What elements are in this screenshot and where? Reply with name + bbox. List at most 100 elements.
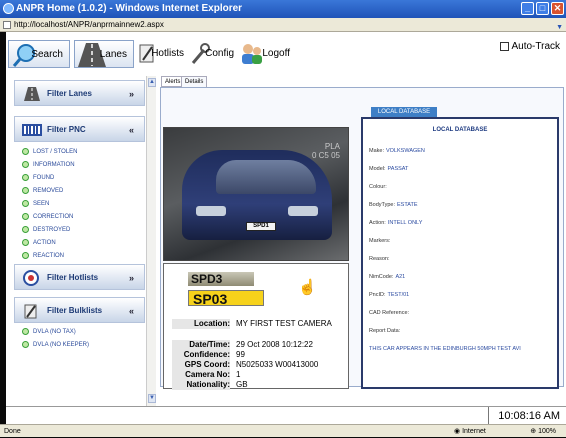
datetime-key: Date/Time: — [172, 340, 230, 350]
db-value: VOLKSWAGEN — [385, 148, 425, 154]
tab-details[interactable]: Details — [181, 76, 208, 87]
status-dot-icon — [22, 226, 29, 233]
confidence-key: Confidence: — [172, 350, 230, 360]
datetime-value: 29 Oct 2008 10:12:22 — [236, 340, 313, 349]
zoom-level[interactable]: ⊕ 100% — [530, 425, 556, 438]
pnc-item-label: FOUND — [33, 175, 55, 182]
pnc-item-label: CORRECTION — [33, 214, 74, 221]
gps-key: GPS Coord: — [172, 360, 230, 370]
status-done-text: Done — [4, 428, 21, 435]
pnc-item-label: REMOVED — [33, 188, 64, 195]
expand-chevron-icon[interactable]: » — [129, 265, 134, 291]
address-bar[interactable]: http://localhost/ANPR/anprmainnew2.aspx … — [0, 18, 566, 32]
pnc-item-information[interactable]: INFORMATION — [22, 161, 75, 170]
autotrack-checkbox[interactable] — [500, 42, 510, 51]
db-key: Colour: — [369, 184, 387, 190]
pointer-hand-icon[interactable]: ☝ — [298, 278, 317, 296]
close-button[interactable]: ✕ — [551, 2, 564, 15]
db-row-pncid: PncID: TEST/01 — [369, 291, 409, 299]
filter-hotlists-header[interactable]: Filter Hotlists » — [14, 264, 145, 290]
nationality-key: Nationality: — [172, 380, 230, 390]
local-database-panel: LOCAL DATABASE Make: VOLKSWAGEN Model: PAS… — [361, 117, 559, 389]
filter-lanes-header[interactable]: Filter Lanes » — [14, 80, 145, 106]
road-icon — [24, 87, 40, 101]
filter-sidebar: Filter Lanes » Filter PNC « LOST / STOLE… — [6, 76, 146, 406]
app-toolbar: Search Lanes Hotlists Config Logoff Auto… — [6, 32, 566, 76]
pnc-item-label: REACTION — [33, 253, 65, 260]
db-row-cad-reference: CAD Reference: — [369, 309, 411, 317]
pnc-item-destroyed[interactable]: DESTROYED — [22, 226, 70, 235]
title-bar: ANPR Home (1.0.2) - Windows Internet Exp… — [0, 0, 566, 18]
db-value: INTELL ONLY — [387, 220, 423, 226]
status-dot-icon — [22, 161, 29, 168]
config-label: Config — [205, 48, 234, 59]
status-dot-icon — [22, 174, 29, 181]
maximize-button[interactable]: □ — [536, 2, 549, 15]
camera-row: Camera No: 1 — [172, 370, 348, 380]
status-dot-icon — [22, 328, 29, 335]
logoff-button[interactable]: Logoff — [240, 40, 292, 68]
filter-pnc-label: Filter PNC — [47, 125, 86, 134]
collapse-chevron-icon[interactable]: « — [129, 117, 134, 143]
pnc-item-found[interactable]: FOUND — [22, 174, 54, 183]
db-key: NimCode: — [369, 274, 394, 280]
autotrack-label: Auto-Track — [511, 41, 560, 52]
autotrack-toggle[interactable]: Auto-Track — [500, 41, 560, 52]
filter-bulklists-header[interactable]: Filter Bulklists « — [14, 297, 145, 323]
db-value: A21 — [395, 274, 406, 280]
status-dot-icon — [22, 213, 29, 220]
pnc-item-label: ACTION — [33, 240, 56, 247]
filter-lanes-label: Filter Lanes — [47, 89, 92, 98]
status-dot-icon — [22, 239, 29, 246]
hotlists-label: Hotlists — [151, 48, 184, 59]
security-zone: ◉ Internet — [454, 425, 486, 438]
db-row-colour: Colour: — [369, 183, 389, 191]
zone-label: Internet — [462, 428, 486, 435]
bulk-item-no-keeper[interactable]: DVLA (NO KEEPER) — [22, 341, 89, 350]
collapse-chevron-icon[interactable]: « — [129, 298, 134, 324]
pnc-item-lost-stolen[interactable]: LOST / STOLEN — [22, 148, 77, 157]
db-key: Markers: — [369, 238, 391, 244]
read-info-box: SPD3 SP03 ☝ Location: MY FIRST TEST CAMER… — [163, 263, 349, 390]
details-panel: SPD1 PLA 0 C5 05 SPD3 SP03 ☝ Location: MY… — [160, 87, 564, 390]
scroll-up-icon[interactable]: ▲ — [148, 78, 156, 87]
bulk-item-no-tax[interactable]: DVLA (NO TAX) — [22, 328, 76, 337]
db-key: Action: — [369, 220, 386, 226]
confidence-value: 99 — [236, 350, 245, 359]
status-dot-icon — [22, 200, 29, 207]
plate-ocr-image: SP03 — [188, 290, 264, 307]
browser-window: ANPR Home (1.0.2) - Windows Internet Exp… — [0, 0, 566, 437]
bulk-item-label: DVLA (NO KEEPER) — [33, 342, 90, 349]
tab-local-database[interactable]: LOCAL DATABASE — [371, 107, 437, 117]
address-url: http://localhost/ANPR/anprmainnew2.aspx — [14, 20, 164, 29]
lanes-button[interactable]: Lanes — [74, 40, 134, 68]
status-dot-icon — [22, 252, 29, 259]
browser-status-bar: Done ◉ Internet ⊕ 100% — [0, 424, 566, 437]
db-row-markers: Markers: — [369, 237, 392, 245]
scroll-down-icon[interactable]: ▼ — [148, 394, 156, 403]
pnc-item-reaction[interactable]: REACTION — [22, 252, 64, 261]
pnc-item-label: DESTROYED — [33, 227, 71, 234]
vertical-scrollbar[interactable]: ▲ ▼ — [146, 76, 156, 406]
minimize-button[interactable]: _ — [521, 2, 534, 15]
bulklist-icon — [24, 304, 37, 319]
db-row-bodytype: BodyType: ESTATE — [369, 201, 418, 209]
db-row-action: Action: INTELL ONLY — [369, 219, 422, 227]
pnc-item-label: INFORMATION — [33, 162, 75, 169]
bulk-item-label: DVLA (NO TAX) — [33, 329, 76, 336]
pnc-item-correction[interactable]: CORRECTION — [22, 213, 73, 222]
hotlists-button[interactable]: Hotlists — [138, 40, 186, 68]
logoff-label: Logoff — [262, 48, 290, 59]
db-key: Make: — [369, 148, 384, 154]
filter-pnc-header[interactable]: Filter PNC « — [14, 116, 145, 142]
expand-chevron-icon[interactable]: » — [129, 81, 134, 107]
config-button[interactable]: Config — [190, 40, 236, 68]
location-key: Location: — [172, 319, 230, 329]
pnc-item-action[interactable]: ACTION — [22, 239, 56, 248]
pnc-item-seen[interactable]: SEEN — [22, 200, 49, 209]
pnc-item-removed[interactable]: REMOVED — [22, 187, 63, 196]
vehicle-plate: SPD1 — [246, 222, 276, 231]
search-button[interactable]: Search — [8, 40, 70, 68]
capture-photo: SPD1 PLA 0 C5 05 — [163, 127, 349, 261]
zoom-label: 100% — [538, 428, 556, 435]
